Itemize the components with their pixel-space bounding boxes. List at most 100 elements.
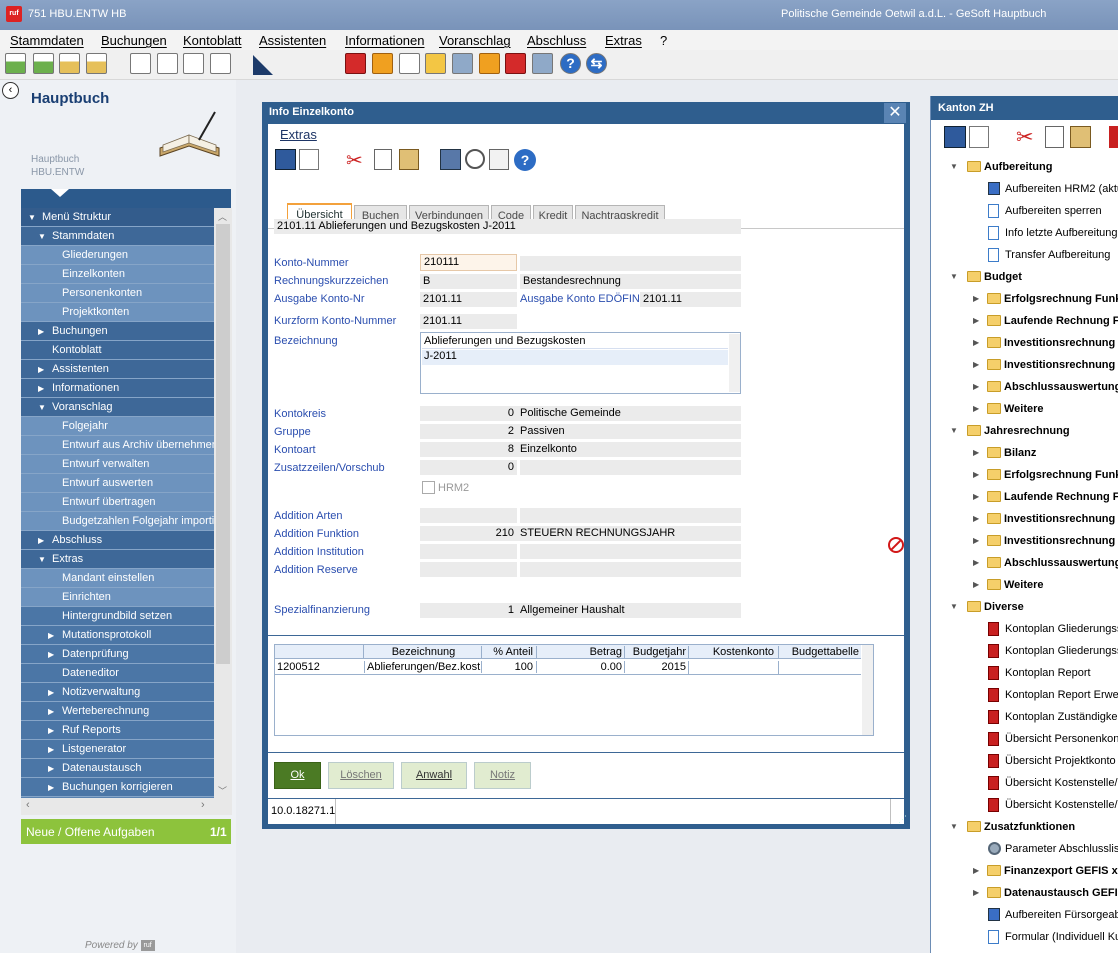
expand-right-icon[interactable]: ▶ [973, 574, 979, 596]
kanton-tree-item[interactable]: ▶ Erfolgsrechnung Funktional [931, 288, 1118, 310]
expand-down-icon[interactable]: ▼ [38, 398, 46, 416]
menu-tree-item[interactable]: Folgejahr [21, 417, 214, 436]
kanton-tree-item[interactable]: ▶ Erfolgsrechnung Funktional [931, 464, 1118, 486]
menu-tree-item[interactable]: Hintergrundbild setzen [21, 607, 214, 626]
kanton-tree-item[interactable]: ▶ Abschlussauswertung [931, 552, 1118, 574]
menu-tree-item[interactable]: ▼ Stammdaten [21, 227, 214, 246]
col-header-bezeichnung[interactable]: Bezeichnung [366, 646, 481, 658]
kanton-tree-item[interactable]: Info letzte Aufbereitung [931, 222, 1118, 244]
new-entry-icon[interactable] [130, 53, 151, 74]
kanton-tree-item[interactable]: Kontoplan Gliederungsstufe [931, 640, 1118, 662]
scroll-down-icon[interactable]: ﹀ [218, 784, 227, 797]
menu-tree-item[interactable]: ▶ Abschluss [21, 531, 214, 550]
expand-right-icon[interactable]: ▶ [973, 882, 979, 904]
menu-extras[interactable]: Extras [605, 33, 642, 48]
kanton-tree-item[interactable]: ▶ Investitionsrechnung [931, 530, 1118, 552]
kanton-tree-item[interactable]: Formular (Individuell Kunde) [931, 926, 1118, 948]
expand-right-icon[interactable]: ▶ [973, 464, 979, 486]
menu-tree-item[interactable]: ▼ Extras [21, 550, 214, 569]
dialog-close-icon[interactable]: ✕ [884, 103, 906, 123]
menu-tree-item[interactable]: Einzelkonten [21, 265, 214, 284]
expand-right-icon[interactable]: ▶ [48, 683, 54, 701]
save-icon[interactable] [275, 149, 296, 170]
tree-scrollbar[interactable]: ︿ ﹀ [214, 208, 232, 798]
kanton-tree-item[interactable]: ▶ Weitere [931, 574, 1118, 596]
menu-tree-item[interactable]: ▶ Listgenerator [21, 740, 214, 759]
menu-tree-item[interactable]: ▶ Werteberechnung [21, 702, 214, 721]
menu-tree-item[interactable]: Budgetzahlen Folgejahr importieren [21, 512, 214, 531]
kanton-tree-item[interactable]: ▶ Abschlussauswertung [931, 376, 1118, 398]
kanton-tree-item[interactable]: Übersicht Projektkonto [931, 750, 1118, 772]
edit-check-icon[interactable] [86, 53, 107, 74]
expand-down-icon[interactable]: ▼ [950, 266, 958, 288]
checklist-icon[interactable] [399, 53, 420, 74]
page-zoom-icon[interactable] [489, 149, 509, 170]
expand-right-icon[interactable]: ▶ [973, 288, 979, 310]
menu-tree-item[interactable]: ▶ Mutationsprotokoll [21, 626, 214, 645]
kanton-tree-item[interactable]: Aufbereiten HRM2 (aktuell) [931, 178, 1118, 200]
expand-right-icon[interactable]: ▶ [48, 626, 54, 644]
kanton-tree-item[interactable]: Kontoplan Gliederungsstufe [931, 618, 1118, 640]
open-tasks-bar[interactable]: Neue / Offene Aufgaben 1/1 [21, 819, 231, 844]
expand-right-icon[interactable]: ▶ [973, 376, 979, 398]
bezeichnung-scrollbar[interactable] [729, 334, 740, 392]
calendar-icon[interactable] [479, 53, 500, 74]
hrm2-checkbox[interactable] [422, 481, 435, 494]
menu-kontoblatt[interactable]: Kontoblatt [183, 33, 242, 48]
document-2-icon[interactable] [210, 53, 231, 74]
ruf-icon[interactable] [505, 53, 526, 74]
expand-right-icon[interactable]: ▶ [973, 530, 979, 552]
zoom-icon[interactable] [465, 149, 485, 169]
scroll-right-icon[interactable]: › [201, 799, 205, 811]
expand-right-icon[interactable]: ▶ [38, 379, 44, 397]
remote-support-icon[interactable]: ⇆ [586, 53, 607, 74]
kanton-tree-item[interactable]: ▼ Jahresrechnung [931, 420, 1118, 442]
calculator-icon[interactable] [452, 53, 473, 74]
kanton-tree-item[interactable]: ▶ Laufende Rechnung FIN [931, 486, 1118, 508]
menu-abschluss[interactable]: Abschluss [527, 33, 586, 48]
triangle-icon[interactable] [253, 55, 273, 75]
expand-right-icon[interactable]: ▶ [973, 552, 979, 574]
kanton-tree-item[interactable]: ▶ Investitionsrechnung [931, 332, 1118, 354]
menu-tree-item[interactable]: Mandant einstellen [21, 569, 214, 588]
edit-list-icon[interactable] [5, 53, 26, 74]
kanton-tree-item[interactable]: ▼ Diverse [931, 596, 1118, 618]
expand-right-icon[interactable]: ▶ [48, 778, 54, 796]
expand-right-icon[interactable]: ▶ [973, 442, 979, 464]
new-entry-2-icon[interactable] [157, 53, 178, 74]
scrollbar-thumb[interactable] [216, 224, 230, 664]
right-report-icon[interactable] [1109, 126, 1118, 148]
kanton-tree-item[interactable]: Transfer Aufbereitung [931, 244, 1118, 266]
expand-right-icon[interactable]: ▶ [973, 354, 979, 376]
kanton-tree-item[interactable]: Aufbereiten sperren [931, 200, 1118, 222]
menu-tree-item[interactable]: Projektkonten [21, 303, 214, 322]
bezeichnung-line-1[interactable]: Ablieferungen und Bezugskosten [422, 335, 728, 349]
expand-right-icon[interactable]: ▶ [48, 740, 54, 758]
table-scrollbar[interactable] [862, 645, 873, 735]
chart-icon[interactable] [372, 53, 393, 74]
expand-down-icon[interactable]: ▼ [28, 208, 36, 226]
document-icon[interactable] [183, 53, 204, 74]
kanton-tree-item[interactable]: ▶ Bilanz [931, 442, 1118, 464]
print-icon[interactable] [532, 53, 553, 74]
kanton-tree-item[interactable]: Übersicht Kostenstelle/ [931, 794, 1118, 816]
expand-right-icon[interactable]: ▶ [48, 645, 54, 663]
expand-right-icon[interactable]: ▶ [38, 360, 44, 378]
menu-stammdaten[interactable]: Stammdaten [10, 33, 84, 48]
menu-tree-item[interactable]: Gliederungen [21, 246, 214, 265]
new-icon[interactable] [299, 149, 319, 170]
kanton-tree-item[interactable]: ▶ Datenaustausch GEFIS [931, 882, 1118, 904]
kanton-tree-item[interactable]: ▶ Finanzexport GEFIS xml [931, 860, 1118, 882]
bezeichnung-box[interactable]: Ablieferungen und Bezugskosten J-2011 [420, 332, 741, 394]
book-icon[interactable] [345, 53, 366, 74]
menu-tree-item[interactable]: ▶ Notizverwaltung [21, 683, 214, 702]
menu-tree-item[interactable]: ▶ Assistenten [21, 360, 214, 379]
kanton-tree-item[interactable]: ▼ Budget [931, 266, 1118, 288]
expand-right-icon[interactable]: ▶ [48, 702, 54, 720]
expand-down-icon[interactable]: ▼ [950, 816, 958, 838]
anwahl-button[interactable]: Anwahl [401, 762, 467, 789]
col-header-konto[interactable] [275, 645, 364, 659]
edit-pencil-icon[interactable] [33, 53, 54, 74]
folder-icon[interactable] [425, 53, 446, 74]
expand-right-icon[interactable]: ▶ [48, 759, 54, 777]
